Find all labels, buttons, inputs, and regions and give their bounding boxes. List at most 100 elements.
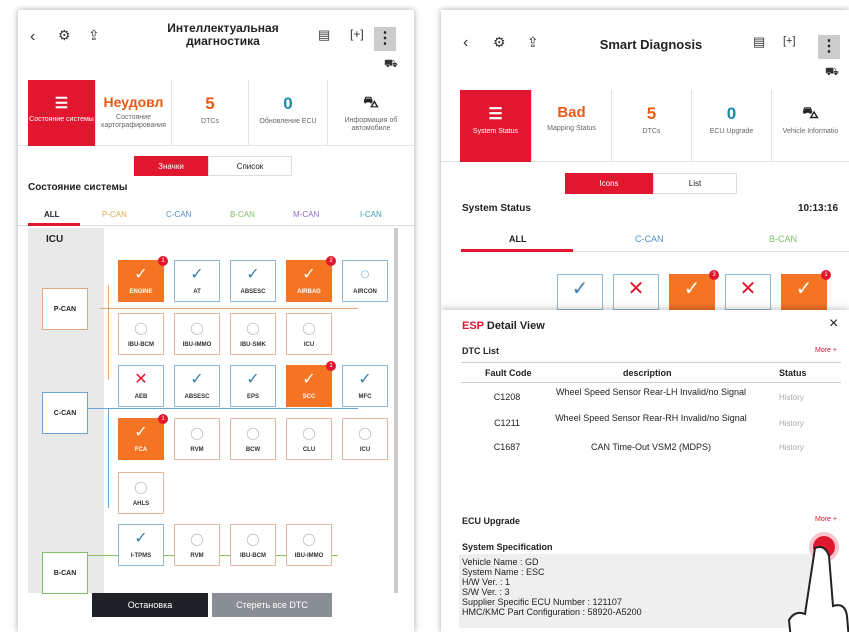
ecu-node[interactable]: ◯ AHLS [118,472,164,514]
stat-dtcs[interactable]: 5 DTCs [612,90,692,162]
stat-ecu-upgrade[interactable]: 0 ECU Upgrade [692,90,772,162]
stat-system-status[interactable]: ☰ Состояние системы [28,80,96,146]
dtc-more-link[interactable]: More + [815,347,837,354]
export-icon[interactable]: ⇪ [88,27,100,44]
tab-b-can[interactable]: B-CAN [769,234,797,244]
tab-underline [28,223,80,226]
ecu-node[interactable]: ◌ AIRCON [342,260,388,302]
car-info-icon: ⛍ [802,105,819,122]
stat-dtcs[interactable]: 5 DTCs [172,80,249,146]
gear-icon[interactable]: ⚙ [493,34,506,51]
tab-p-can[interactable]: P-CAN [102,210,127,219]
table-row[interactable]: C1211 Wheel Speed Sensor Rear-RH Invalid… [461,411,841,435]
more-icon[interactable]: ⋮ [818,35,840,59]
stat-label: Состояние картографирования [101,114,166,129]
ecu-node[interactable]: ◯ ICU [342,418,388,460]
ecu-node[interactable]: ✓ 1 [781,270,831,310]
ecu-node[interactable]: ✓ EPS [230,365,276,407]
ecu-node[interactable]: ✓ I-TPMS [118,524,164,566]
bus-box[interactable]: P-CAN [42,288,88,330]
ecu-node[interactable]: ◯ IBU-IMMO [174,313,220,355]
ecu-node[interactable]: ✕ AEB [118,365,164,407]
ecu-node[interactable]: ◯ RVM [174,524,220,566]
ecu-more-link[interactable]: More + [815,516,837,523]
ecu-node[interactable]: ✓ AT [174,260,220,302]
ecu-node[interactable]: ◯ IBU-BCM [118,313,164,355]
ecu-node[interactable]: ◯ IBU-IMMO [286,524,332,566]
dtc-count-badge: 1 [821,270,831,280]
scrollbar[interactable] [394,228,398,593]
ecu-node-label: IBU-SMK [240,342,266,348]
report-icon[interactable]: ▤ [753,34,765,50]
ecu-node[interactable]: ✓ 3 [669,270,719,310]
table-row[interactable]: C1687 CAN Time-Out VSM2 (MDPS) History [461,437,841,457]
tab-c-can[interactable]: C-CAN [635,234,664,244]
toggle-list[interactable]: List [653,173,737,194]
export-icon[interactable]: ⇪ [527,34,539,51]
toggle-icons[interactable]: Icons [565,173,653,194]
detail-title: ESP Detail View [462,320,545,332]
back-icon[interactable]: ‹ [30,28,35,46]
stat-mapping[interactable]: Неудовл Состояние картографирования [96,80,172,146]
stat-ecu-upgrade[interactable]: 0 Обновление ECU [249,80,328,146]
bus-line [108,285,109,380]
bus-box[interactable]: B-CAN [42,552,88,594]
inactive-icon: ◯ [246,532,260,546]
clear-dtc-button[interactable]: Стереть все DTC [212,593,332,617]
spec-line: HMC/KMC Part Configuration : 58920-A5200 [462,607,642,617]
scan-icon[interactable]: [+] [350,27,364,41]
toggle-list[interactable]: Список [208,156,292,176]
stat-vehicle-info[interactable]: ⛍ Информация об автомобиле [328,80,414,146]
fault-status: History [779,419,804,428]
ecu-node[interactable]: ◯ CLU [286,418,332,460]
inactive-icon: ◯ [302,532,316,546]
tab-c-can[interactable]: C-CAN [166,210,191,219]
tab-i-can[interactable]: I-CAN [360,210,382,219]
car-icon[interactable]: ⛟ [825,66,839,80]
ecu-node[interactable]: ✓ ABSESC [174,365,220,407]
tab-all[interactable]: ALL [44,210,60,219]
ecu-node[interactable]: ✕ [725,274,771,310]
scan-icon[interactable]: [+] [783,35,796,47]
toggle-icons[interactable]: Значки [134,156,208,176]
ecu-node[interactable]: ◯ IBU-SMK [230,313,276,355]
ecu-node-label: ABSESC [184,394,210,400]
bus-box[interactable]: C-CAN [42,392,88,434]
stat-label: Информация об автомобиле [344,117,398,132]
ecu-node[interactable]: ✓ MFC [342,365,388,407]
stat-mapping[interactable]: Bad Mapping Status [532,90,612,162]
ecu-node[interactable]: ◯ IBU-BCM [230,524,276,566]
inactive-icon: ◯ [246,426,260,440]
ecu-node[interactable]: ✓ ABSESC [230,260,276,302]
tab-m-can[interactable]: M-CAN [293,210,319,219]
check-icon: ✓ [358,371,372,388]
ecu-node-label: ABSESC [240,289,266,295]
ecu-node[interactable]: ✓ [557,274,603,310]
car-icon[interactable]: ⛟ [384,58,398,72]
back-icon[interactable]: ‹ [463,34,468,52]
col-status: Status [779,368,807,378]
inactive-icon: ◯ [190,321,204,335]
check-icon: ✓ [302,266,316,283]
gear-icon[interactable]: ⚙ [58,27,71,44]
bus-line [108,308,358,309]
ecu-node[interactable]: ✓ SCC 1 [286,361,336,407]
stat-system-status[interactable]: ☰ System Status [460,90,532,162]
stop-button[interactable]: Остановка [92,593,208,617]
more-icon[interactable]: ⋮ [374,27,396,51]
section-title: System Status [462,203,531,214]
tab-all[interactable]: ALL [509,234,527,244]
ecu-node[interactable]: ✓ FCA 1 [118,414,168,460]
stat-vehicle-info[interactable]: ⛍ Vehicle Informatio [772,90,849,162]
table-row[interactable]: C1208 Wheel Speed Sensor Rear-LH Invalid… [461,385,841,409]
ecu-node[interactable]: ✓ ENGINE 1 [118,256,168,302]
detail-title-text: Detail View [486,320,545,332]
ecu-node[interactable]: ✓ AIRBAG 2 [286,256,336,302]
ecu-node[interactable]: ◯ BCW [230,418,276,460]
report-icon[interactable]: ▤ [318,27,330,43]
tab-b-can[interactable]: B-CAN [230,210,255,219]
ecu-node[interactable]: ✕ [613,274,659,310]
close-icon[interactable]: × [829,315,838,333]
ecu-node[interactable]: ◯ ICU [286,313,332,355]
ecu-node[interactable]: ◯ RVM [174,418,220,460]
